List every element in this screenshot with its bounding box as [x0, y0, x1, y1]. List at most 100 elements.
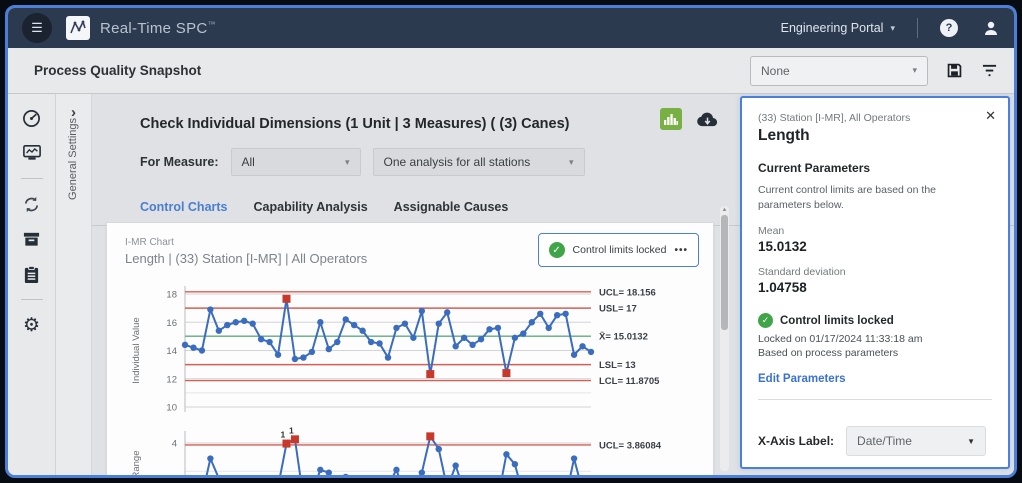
monitor-chart-icon: [22, 144, 42, 162]
moving-range-chart: 4 Moving Range UCL= 3.86084 11: [125, 423, 697, 475]
close-icon[interactable]: ✕: [985, 108, 996, 124]
chart-view-button[interactable]: [660, 108, 682, 130]
analysis-mode-dropdown[interactable]: One analysis for all stations ▾: [373, 148, 585, 176]
parameter-detail-panel: ✕ (33) Station [I-MR], All Operators Len…: [740, 96, 1010, 469]
general-settings-label: General Settings: [67, 118, 79, 200]
person-icon: [982, 19, 1000, 37]
app-window: ☰ Real-Time SPC™ Engineering Portal ▾ ? …: [5, 5, 1017, 478]
caret-down-icon: ▼: [967, 437, 975, 446]
caret-down-icon: ▾: [912, 65, 917, 76]
measure-dropdown[interactable]: All ▾: [231, 148, 361, 176]
sidebar-item-settings[interactable]: ⚙: [22, 315, 42, 335]
clipboard-icon: [23, 265, 40, 284]
measure-dropdown-value: All: [242, 155, 255, 169]
for-measure-label: For Measure:: [140, 155, 219, 169]
mean-label: Mean: [758, 225, 992, 237]
panel-divider: [758, 399, 992, 400]
hamburger-menu-button[interactable]: ☰: [22, 13, 52, 43]
preset-dropdown-value: None: [761, 64, 790, 78]
badge-label: Control limits locked: [573, 244, 667, 256]
imr-charts: 1816141210Individual ValueUCL= 18.156USL…: [125, 278, 695, 475]
locked-timestamp: Locked on 01/17/2024 11:33:18 am: [758, 333, 992, 345]
sidebar-item-reports[interactable]: [22, 264, 42, 284]
preset-dropdown[interactable]: None ▾: [750, 56, 928, 86]
gauge-icon: [22, 109, 41, 128]
scrollbar-up-icon[interactable]: ▲: [721, 207, 728, 213]
page-title: Process Quality Snapshot: [34, 63, 201, 78]
sidebar-item-dashboard[interactable]: [22, 108, 42, 128]
locked-status: ✓ Control limits locked: [758, 313, 992, 328]
panel-context: (33) Station [I-MR], All Operators: [758, 112, 992, 124]
cloud-download-button[interactable]: [696, 111, 719, 128]
portal-label: Engineering Portal: [781, 21, 884, 35]
std-label: Standard deviation: [758, 266, 992, 278]
locked-basis: Based on process parameters: [758, 347, 992, 359]
mean-value: 15.0132: [758, 239, 992, 254]
sidebar-item-archive[interactable]: [22, 229, 42, 249]
svg-text:4: 4: [172, 439, 177, 450]
general-settings-collapsed-panel: › General Settings: [56, 94, 92, 475]
histogram-icon: [664, 113, 678, 125]
help-button[interactable]: ?: [940, 19, 958, 37]
filter-button[interactable]: [981, 63, 998, 78]
analysis-mode-value: One analysis for all stations: [384, 155, 531, 169]
edit-parameters-link[interactable]: Edit Parameters: [758, 373, 992, 385]
sidebar-divider: [21, 178, 43, 179]
trademark: ™: [208, 20, 216, 29]
svg-text:Moving Range: Moving Range: [131, 451, 142, 475]
xaxis-dropdown-value: Date/Time: [857, 434, 912, 448]
current-parameters-heading: Current Parameters: [758, 161, 992, 175]
cloud-download-icon: [696, 111, 719, 128]
locked-status-label: Control limits locked: [780, 315, 894, 327]
svg-text:18: 18: [166, 290, 177, 301]
vertical-scrollbar[interactable]: ▲: [720, 206, 729, 471]
svg-text:1: 1: [281, 430, 286, 440]
filter-icon: [981, 63, 998, 78]
app-logo-icon: [66, 16, 90, 40]
caret-down-icon: ▾: [890, 23, 895, 34]
svg-text:16: 16: [166, 318, 177, 329]
top-navbar: ☰ Real-Time SPC™ Engineering Portal ▾ ?: [8, 8, 1014, 48]
archive-icon: [22, 230, 41, 248]
svg-text:X̄= 15.0132: X̄= 15.0132: [599, 332, 648, 343]
svg-text:LCL= 11.8705: LCL= 11.8705: [599, 376, 660, 387]
app-title: Real-Time SPC™: [100, 20, 216, 37]
question-icon: ?: [946, 22, 953, 34]
svg-text:14: 14: [166, 346, 177, 357]
user-account-button[interactable]: [982, 19, 1000, 37]
svg-text:10: 10: [166, 403, 177, 414]
svg-text:USL= 17: USL= 17: [599, 304, 637, 315]
sidebar-item-sync[interactable]: [22, 194, 42, 214]
check-circle-icon: ✓: [758, 313, 773, 328]
xaxis-dropdown[interactable]: Date/Time ▼: [846, 426, 986, 456]
sync-icon: [22, 195, 41, 214]
sidebar-item-monitoring[interactable]: [22, 143, 42, 163]
save-icon: [946, 62, 963, 79]
svg-text:12: 12: [166, 374, 177, 385]
svg-text:UCL= 3.86084: UCL= 3.86084: [599, 440, 662, 451]
page-toolbar: Process Quality Snapshot None ▾: [8, 48, 1014, 94]
imr-chart-card: I-MR Chart Length | (33) Station [I-MR] …: [106, 222, 714, 475]
svg-text:LSL= 13: LSL= 13: [599, 360, 636, 371]
navbar-divider: [917, 18, 918, 38]
check-circle-icon: ✓: [549, 242, 565, 258]
control-limits-locked-badge[interactable]: ✓ Control limits locked •••: [538, 233, 699, 267]
caret-down-icon: ▾: [345, 157, 350, 168]
portal-dropdown[interactable]: Engineering Portal ▾: [781, 21, 895, 35]
badge-more-menu[interactable]: •••: [674, 245, 688, 256]
sidebar-divider: [21, 299, 43, 300]
svg-text:1: 1: [289, 425, 294, 435]
std-value: 1.04758: [758, 280, 992, 295]
svg-text:UCL= 18.156: UCL= 18.156: [599, 287, 656, 298]
xaxis-label: X-Axis Label:: [758, 434, 834, 448]
svg-text:Individual Value: Individual Value: [131, 317, 142, 383]
hamburger-icon: ☰: [31, 20, 43, 36]
scrollbar-thumb[interactable]: [721, 215, 728, 330]
gear-icon: ⚙: [23, 316, 40, 335]
caret-down-icon: ▾: [569, 157, 574, 168]
parameters-description: Current control limits are based on the …: [758, 183, 990, 213]
panel-title: Length: [758, 127, 992, 145]
main-content: › General Settings Check Individual Dime…: [56, 94, 1014, 475]
individual-value-chart: 18 16 14 12 10 Individual Value UCL= 18.156 USL…: [125, 278, 697, 418]
save-button[interactable]: [946, 62, 963, 79]
